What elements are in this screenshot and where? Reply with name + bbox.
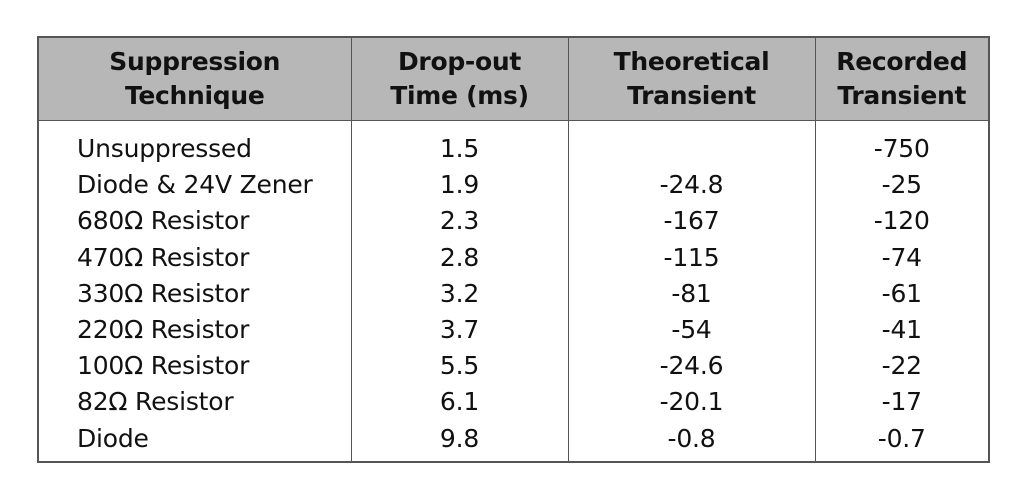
header-row: Suppression Technique Drop-out Time (ms)… — [38, 37, 989, 121]
cell-technique: Unsuppressed — [77, 134, 252, 163]
cell-dropout-time: 1.9 — [350, 167, 568, 204]
cell-recorded-transient: -750 — [814, 120, 989, 168]
cell-technique: Diode & 24V Zener — [77, 170, 313, 200]
cell-dropout-time: 5.5 — [350, 348, 568, 385]
header-suppression-technique: Suppression Technique — [38, 37, 351, 121]
header-line: Transient — [837, 81, 967, 110]
header-line: Theoretical — [613, 47, 770, 76]
cell-theoretical-transient: -81 — [567, 275, 815, 313]
cell-theoretical-transient — [567, 120, 815, 168]
table-row: Diode 9.8 -0.8 -0.7 — [38, 420, 989, 462]
cell-theoretical-transient: -167 — [567, 203, 815, 240]
cell-technique: Diode — [77, 423, 149, 453]
cell-technique: 470Ω Resistor — [77, 242, 250, 272]
cell-recorded-transient: -25 — [814, 167, 989, 204]
cell-dropout-time: 2.8 — [350, 239, 568, 276]
cell-recorded-transient: -74 — [814, 239, 989, 276]
table-row: 330Ω Resistor 3.2 -81 -61 — [38, 275, 989, 313]
cell-dropout-time: 3.2 — [350, 275, 568, 313]
cell-dropout-time: 1.5 — [350, 120, 568, 168]
header-line: Transient — [627, 81, 756, 110]
cell-recorded-transient: -0.7 — [814, 420, 989, 462]
table-row: Unsuppressed 1.5 -750 — [38, 120, 989, 168]
table-body: Unsuppressed 1.5 -750 Diode & 24V Zener … — [38, 120, 989, 462]
cell-theoretical-transient: -20.1 — [567, 384, 815, 421]
header-recorded-transient: Recorded Transient — [814, 37, 989, 121]
cell-dropout-time: 6.1 — [350, 384, 568, 421]
table-row: 680Ω Resistor 2.3 -167 -120 — [38, 203, 989, 240]
cell-recorded-transient: -22 — [814, 348, 989, 385]
cell-technique: 680Ω Resistor — [77, 206, 250, 236]
table-row: 100Ω Resistor 5.5 -24.6 -22 — [38, 348, 989, 385]
cell-technique: 100Ω Resistor — [77, 351, 250, 381]
cell-technique: 220Ω Resistor — [77, 315, 250, 345]
cell-theoretical-transient: -0.8 — [567, 420, 815, 462]
header-line: Recorded — [836, 47, 968, 76]
cell-theoretical-transient: -115 — [567, 239, 815, 276]
table-row: 470Ω Resistor 2.8 -115 -74 — [38, 239, 989, 276]
cell-recorded-transient: -41 — [814, 312, 989, 349]
cell-theoretical-transient: -24.6 — [567, 348, 815, 385]
cell-theoretical-transient: -24.8 — [567, 167, 815, 204]
header-line: Drop-out — [397, 47, 522, 76]
cell-theoretical-transient: -54 — [567, 312, 815, 349]
cell-technique: 82Ω Resistor — [77, 387, 234, 417]
table-header: Suppression Technique Drop-out Time (ms)… — [38, 37, 989, 121]
cell-dropout-time: 9.8 — [350, 420, 568, 462]
cell-recorded-transient: -120 — [814, 203, 989, 240]
table-row: 82Ω Resistor 6.1 -20.1 -17 — [38, 384, 989, 421]
cell-dropout-time: 2.3 — [350, 203, 568, 240]
suppression-table: Suppression Technique Drop-out Time (ms)… — [37, 36, 990, 463]
cell-recorded-transient: -17 — [814, 384, 989, 421]
cell-technique: 330Ω Resistor — [77, 278, 250, 308]
cell-dropout-time: 3.7 — [350, 312, 568, 349]
cell-recorded-transient: -61 — [814, 275, 989, 313]
table-row: Diode & 24V Zener 1.9 -24.8 -25 — [38, 167, 989, 204]
header-line: Time (ms) — [390, 81, 529, 110]
header-line: Suppression — [109, 47, 281, 76]
header-dropout-time: Drop-out Time (ms) — [350, 37, 568, 121]
header-theoretical-transient: Theoretical Transient — [567, 37, 815, 121]
header-line: Technique — [124, 81, 265, 110]
table-row: 220Ω Resistor 3.7 -54 -41 — [38, 312, 989, 349]
